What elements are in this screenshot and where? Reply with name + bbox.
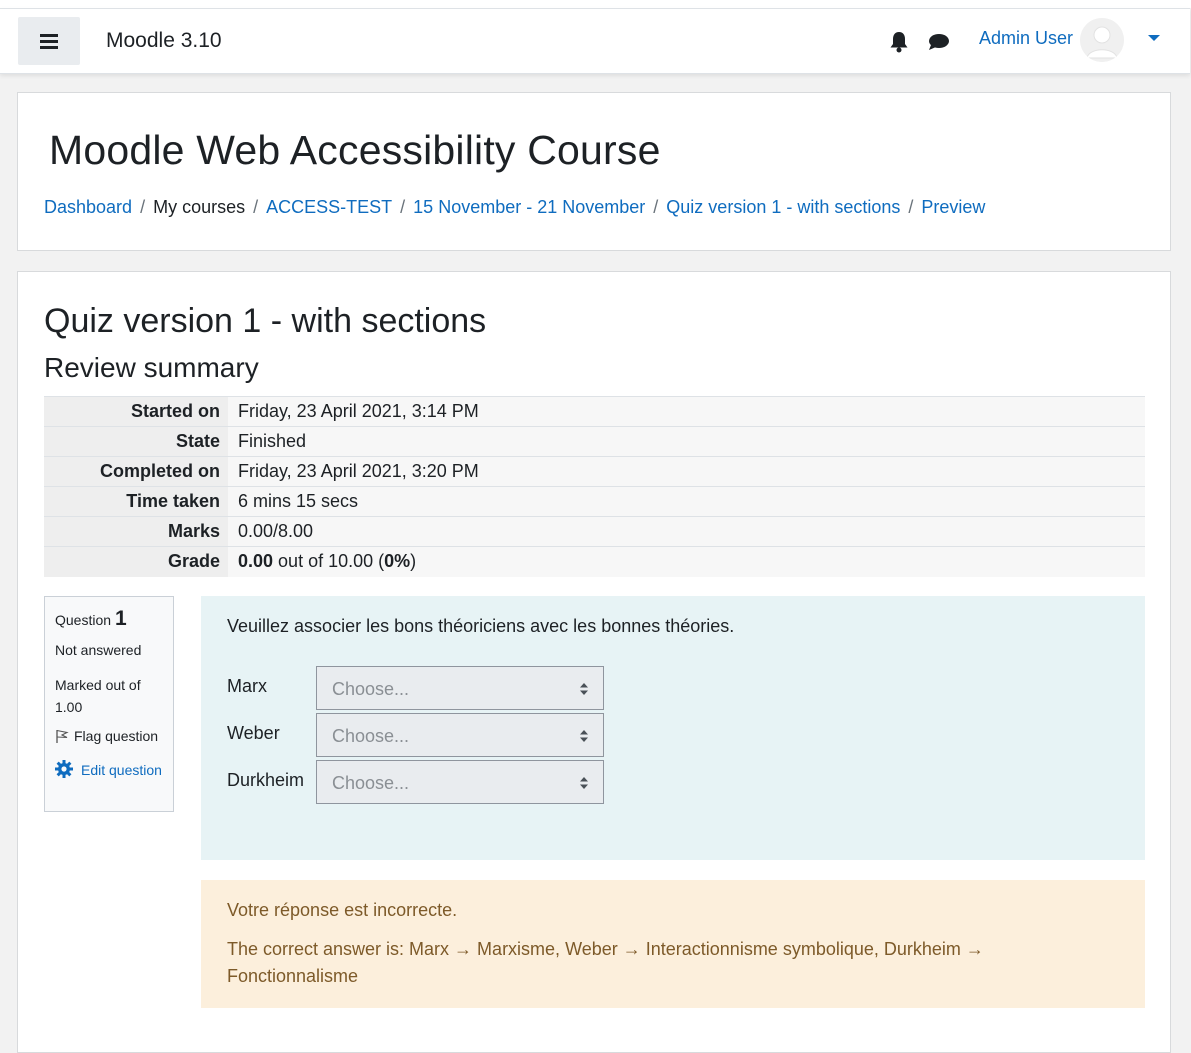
breadcrumb-my-courses: My courses [153,197,246,217]
breadcrumb-separator: / [908,197,914,217]
right-answer: The correct answer is: Marx → Marxisme, … [227,939,984,986]
summary-value: Friday, 23 April 2021, 3:14 PM [228,396,1145,427]
breadcrumb-dashboard[interactable]: Dashboard [44,197,132,217]
summary-label: Grade [44,546,228,577]
grade-percent: 0% [384,551,411,572]
chat-icon [929,34,949,50]
breadcrumb: Dashboard / My courses / ACCESS-TEST / 15 Nove… [44,197,985,218]
select-value: Choose... [332,726,410,746]
summary-value: 0.00/8.00 [228,516,1145,547]
page-header: Moodle Web Accessibility Course Dashboar… [17,92,1171,251]
page-top-strip [0,0,1191,8]
breadcrumb-section[interactable]: 15 November - 21 November [413,197,645,217]
side-drawer-toggle-button[interactable] [18,17,80,65]
question-info: Question 1 Not answered Marked out of 1.0… [44,596,174,812]
match-stem: Weber [227,723,280,743]
match-stem: Durkheim [227,770,305,790]
summary-label: State [44,426,228,457]
edit-question-link[interactable]: Edit question [55,759,165,781]
summary-value: 0.00 out of 10.00 (0%) [228,546,1145,577]
summary-label: Time taken [44,486,228,517]
select-value: Choose... [332,773,410,793]
summary-value: Friday, 23 April 2021, 3:20 PM [228,456,1145,487]
summary-row-state: State Finished [44,426,1145,457]
quiz-title: Quiz version 1 - with sections [44,302,487,340]
question-number-value: 1 [115,607,127,630]
breadcrumb-separator: / [253,197,259,217]
region-main: Quiz version 1 - with sections Review su… [17,271,1171,1053]
summary-row-time-taken: Time taken 6 mins 15 secs [44,486,1145,517]
grade-score: 0.00 [238,551,274,572]
notifications-button[interactable] [889,31,909,58]
specific-feedback: Votre réponse est incorrecte. [227,900,458,920]
menu-icon [40,34,58,49]
breadcrumb-quiz[interactable]: Quiz version 1 - with sections [666,197,900,217]
question-number: Question 1 [55,607,127,631]
select-value: Choose... [332,679,410,699]
messages-button[interactable] [928,33,950,56]
flag-question-label: Flag question [74,728,159,744]
avatar-icon [1080,18,1124,62]
flag-question-button[interactable]: Flag question [55,728,158,744]
select-arrows-icon [580,730,588,742]
summary-value: 6 mins 15 secs [228,486,1145,517]
breadcrumb-course[interactable]: ACCESS-TEST [266,197,392,217]
match-stem: Marx [227,676,267,696]
select-arrows-icon [580,683,588,695]
grade-close: ) [410,551,417,572]
question-outcome: Votre réponse est incorrecte. The correc… [201,880,1145,1008]
navbar: Moodle 3.10 Admin User [0,8,1190,74]
summary-value: Finished [228,426,1145,457]
question-text: Veuillez associer les bons théoriciens a… [227,616,735,636]
summary-row-completed: Completed on Friday, 23 April 2021, 3:20… [44,456,1145,487]
summary-label: Completed on [44,456,228,487]
select-arrows-icon [580,777,588,789]
edit-question-label: Edit question [81,762,162,778]
avatar[interactable] [1080,18,1124,62]
breadcrumb-separator: / [653,197,659,217]
breadcrumb-preview[interactable]: Preview [921,197,985,217]
question-grade: Marked out of 1.00 [55,677,141,715]
summary-row-grade: Grade 0.00 out of 10.00 (0%) [44,546,1145,577]
breadcrumb-separator: / [400,197,406,217]
match-select[interactable]: Choose... [316,666,604,710]
review-summary-table: Started on Friday, 23 April 2021, 3:14 P… [44,396,1145,577]
match-select[interactable]: Choose... [316,760,604,804]
course-title: Moodle Web Accessibility Course [49,127,661,173]
review-summary-heading: Review summary [44,352,259,383]
summary-label: Marks [44,516,228,547]
summary-row-started: Started on Friday, 23 April 2021, 3:14 P… [44,396,1145,427]
grade-out-of: out of 10.00 ( [273,551,385,572]
question-label: Question [55,612,112,628]
question-state: Not answered [55,642,142,658]
breadcrumb-separator: / [140,197,146,217]
question-formulation: Veuillez associer les bons théoriciens a… [201,596,1145,860]
gear-icon [55,760,73,778]
summary-label: Started on [44,396,228,427]
match-select[interactable]: Choose... [316,713,604,757]
summary-row-marks: Marks 0.00/8.00 [44,516,1145,547]
flag-icon [56,729,69,743]
caret-down-icon[interactable] [1148,35,1160,41]
site-name[interactable]: Moodle 3.10 [106,29,222,53]
bell-icon [890,32,908,53]
user-menu-name[interactable]: Admin User [979,28,1073,49]
